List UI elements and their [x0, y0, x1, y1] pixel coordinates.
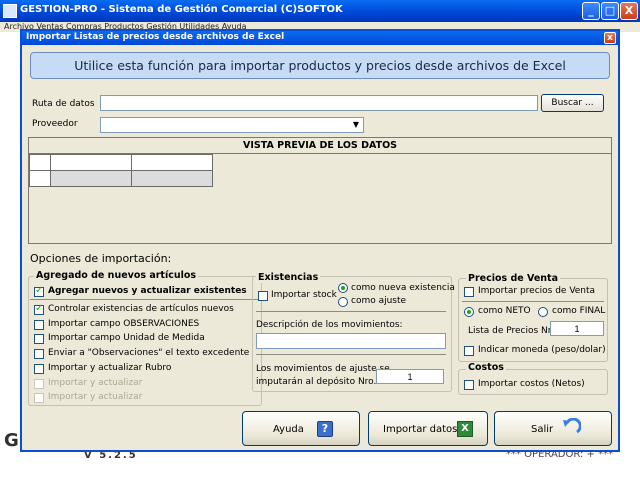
indicar-moneda-label: Indicar moneda (peso/dolar) — [478, 345, 606, 355]
importar-stock-checkbox[interactable] — [258, 291, 268, 301]
agregado-checkbox — [34, 393, 44, 403]
minimize-button[interactable]: _ — [582, 2, 600, 20]
agregado-option-label: Agregar nuevos y actualizar existentes — [48, 286, 247, 296]
importar-datos-label: Importar datos — [383, 424, 458, 435]
salir-button[interactable]: Salir — [494, 411, 612, 446]
radio-nueva-existencia[interactable] — [338, 283, 348, 293]
radio-nueva-label: como nueva existencia — [351, 283, 455, 293]
deposito-input[interactable] — [376, 369, 444, 384]
agregado-option-label: Importar y actualizar Rubro — [48, 363, 172, 373]
importar-costos-checkbox[interactable] — [464, 380, 474, 390]
importar-stock-label: Importar stock — [271, 290, 337, 300]
dialog-titlebar: Importar Listas de precios desde archivo… — [22, 31, 618, 45]
radio-neto[interactable] — [464, 307, 474, 317]
ruta-input[interactable] — [100, 95, 538, 111]
importar-precios-label: Importar precios de Venta — [478, 286, 596, 296]
dialog-close-button[interactable]: x — [604, 32, 616, 44]
importar-precios-checkbox[interactable] — [464, 287, 474, 297]
app-logo-letter: G — [4, 430, 19, 451]
agregado-option-label: Importar campo Unidad de Medida — [48, 333, 205, 343]
grid-cell — [131, 154, 213, 171]
importar-costos-label: Importar costos (Netos) — [478, 379, 585, 389]
close-app-button[interactable]: X — [620, 2, 638, 20]
deposito-label-2: imputarán al depósito Nro.: — [256, 377, 380, 387]
preview-panel: VISTA PREVIA DE LOS DATOS — [28, 137, 612, 244]
agregado-checkbox[interactable] — [34, 303, 44, 315]
radio-final-label: como FINAL — [552, 306, 606, 316]
deposito-label-1: Los movimientos de ajuste se — [256, 364, 390, 374]
ruta-label: Ruta de datos — [32, 99, 95, 109]
precios-title: Precios de Venta — [466, 273, 561, 284]
grid-cell — [50, 170, 132, 187]
chevron-down-icon[interactable]: ▼ — [349, 118, 363, 132]
import-dialog: Importar Listas de precios desde archivo… — [20, 29, 620, 452]
options-title: Opciones de importación: — [30, 252, 172, 265]
grid-cell — [29, 154, 51, 171]
radio-neto-label: como NETO — [478, 306, 531, 316]
grid-cell — [131, 170, 213, 187]
divider — [256, 311, 446, 312]
agregado-option-label: Controlar existencias de artículos nuevo… — [48, 304, 234, 314]
radio-ajuste[interactable] — [338, 297, 348, 307]
divider — [256, 354, 446, 355]
proveedor-label: Proveedor — [32, 119, 78, 129]
agregado-checkbox — [34, 379, 44, 389]
descripcion-input[interactable] — [256, 333, 446, 349]
proveedor-select[interactable]: ▼ — [100, 117, 364, 133]
agregado-checkbox[interactable] — [34, 364, 44, 374]
indicar-moneda-checkbox[interactable] — [464, 346, 474, 356]
app-icon — [3, 4, 17, 18]
divider — [30, 299, 258, 300]
lista-label: Lista de Precios Nro.: — [468, 326, 563, 336]
grid-cell — [50, 154, 132, 171]
radio-final[interactable] — [538, 307, 548, 317]
exit-arrow-icon — [561, 417, 582, 438]
app-titlebar: GESTION-PRO - Sistema de Gestión Comerci… — [0, 0, 640, 22]
radio-ajuste-label: como ajuste — [351, 296, 407, 306]
preview-title: VISTA PREVIA DE LOS DATOS — [29, 138, 611, 154]
descripcion-label: Descripción de los movimientos: — [256, 320, 403, 330]
agregado-checkbox[interactable] — [34, 285, 44, 297]
importar-datos-button[interactable]: Importar datos X — [368, 411, 488, 446]
agregado-option-label: Enviar a "Observaciones" el texto excede… — [48, 348, 250, 358]
info-banner: Utilice esta función para importar produ… — [30, 52, 610, 79]
agregado-option-label: Importar y actualizar — [48, 378, 143, 388]
costos-title: Costos — [466, 362, 506, 373]
buscar-button[interactable]: Buscar ... — [541, 94, 604, 112]
grid-cell — [29, 170, 51, 187]
lista-input[interactable] — [550, 321, 604, 336]
agregado-checkbox[interactable] — [34, 334, 44, 344]
agregado-title: Agregado de nuevos artículos — [34, 270, 199, 281]
divider — [462, 301, 604, 302]
help-icon: ? — [317, 421, 333, 437]
ayuda-label: Ayuda — [273, 424, 304, 435]
dialog-title: Importar Listas de precios desde archivo… — [26, 32, 285, 42]
existencias-title: Existencias — [256, 272, 321, 283]
excel-icon: X — [457, 421, 473, 437]
agregado-option-label: Importar y actualizar — [48, 392, 143, 402]
app-title: GESTION-PRO - Sistema de Gestión Comerci… — [20, 4, 343, 15]
agregado-checkbox[interactable] — [34, 320, 44, 330]
ayuda-button[interactable]: Ayuda ? — [242, 411, 360, 446]
preview-grid[interactable] — [29, 154, 213, 187]
maximize-button[interactable]: □ — [601, 2, 619, 20]
agregado-option-label: Importar campo OBSERVACIONES — [48, 319, 200, 329]
agregado-checkbox[interactable] — [34, 349, 44, 359]
salir-label: Salir — [531, 424, 554, 435]
